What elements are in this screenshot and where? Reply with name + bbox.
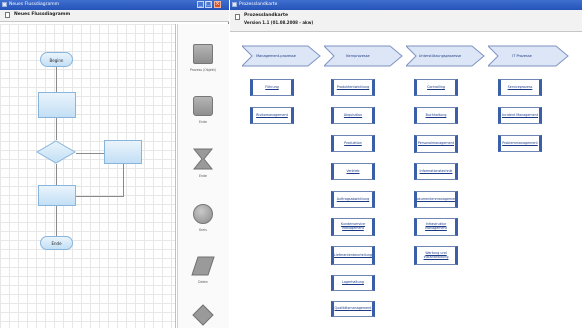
- stencil-label: Prozess (Objekt): [190, 68, 216, 72]
- column-header-it-prozesse: IT Prozesse: [512, 54, 532, 58]
- document-icon: [235, 14, 240, 20]
- left-window-subtitle: Neues Flussdiagramm: [14, 12, 71, 17]
- column-header-kernprozesse: Kernprozesse: [346, 54, 370, 58]
- process-box[interactable]: Lagerhaltung: [331, 275, 375, 291]
- hourglass-icon[interactable]: [192, 148, 214, 170]
- process-box[interactable]: Lieferantenbeurteilung: [331, 246, 375, 265]
- process-box[interactable]: Personalmanagement: [414, 135, 458, 153]
- stencil-label: Ende: [198, 120, 208, 124]
- app-icon: [2, 2, 7, 7]
- stencil-label: Ende: [198, 174, 208, 178]
- minimize-icon[interactable]: _: [197, 1, 204, 8]
- version-text: Version 1.1 (01.08.2008 - akw): [244, 20, 314, 25]
- process-box[interactable]: Akquisition: [331, 107, 375, 124]
- flow-process-step-side[interactable]: [104, 140, 142, 164]
- process-square-icon[interactable]: [193, 44, 213, 64]
- connector-line: [56, 164, 57, 185]
- left-window-titlebar[interactable]: Neues Flussdiagramm _ □ ×: [0, 0, 229, 10]
- right-window: Prozesslandkarte Prozesslandkarte Versio…: [230, 0, 582, 328]
- process-box[interactable]: Vertrieb: [331, 163, 375, 180]
- right-window-header: Prozesslandkarte Version 1.1 (01.08.2008…: [230, 10, 582, 32]
- process-box[interactable]: Problemmanagement: [498, 135, 542, 152]
- connector-line: [75, 196, 124, 197]
- process-box[interactable]: Dokumentenmanagement: [414, 191, 458, 208]
- process-box[interactable]: Produktentwicklung: [331, 79, 375, 96]
- flow-process-step[interactable]: [38, 92, 76, 118]
- process-map-canvas[interactable]: Management-prozesse Kernprozesse Unterst…: [230, 33, 582, 328]
- circle-icon[interactable]: [193, 204, 213, 224]
- process-box[interactable]: Führung: [250, 79, 294, 96]
- left-window: Neues Flussdiagramm _ □ × Neues Flussdia…: [0, 0, 229, 328]
- connector-line: [56, 206, 57, 236]
- document-icon: [5, 12, 10, 18]
- flow-process-step-lower[interactable]: [38, 185, 76, 206]
- app-icon: [232, 2, 237, 7]
- process-box[interactable]: Informationstechnik: [414, 163, 458, 180]
- connector-line: [56, 118, 57, 140]
- connector-line: [56, 67, 57, 92]
- stencil-label: Kreis: [199, 228, 207, 232]
- process-box[interactable]: Kundenservice Management: [331, 218, 375, 236]
- shapes-stencil-panel: Prozess (Objekt) Ende Ende Kreis Daten: [177, 24, 229, 328]
- parallelogram-icon[interactable]: [191, 256, 215, 276]
- process-box[interactable]: Risikomanagement: [250, 107, 294, 124]
- flow-end-label: Ende: [51, 241, 62, 246]
- diamond-icon[interactable]: [192, 304, 214, 326]
- terminator-square-icon[interactable]: [193, 96, 213, 116]
- process-box[interactable]: Incident Management: [498, 107, 542, 124]
- close-icon[interactable]: ×: [214, 1, 221, 8]
- flow-begin-label: Beginn: [49, 58, 64, 63]
- connector-line: [76, 153, 106, 154]
- connector-line: [123, 164, 124, 196]
- maximize-icon[interactable]: □: [205, 1, 212, 8]
- drawing-canvas[interactable]: Beginn Ende: [0, 24, 176, 328]
- left-window-title: Neues Flussdiagramm: [9, 2, 60, 7]
- process-box[interactable]: Produktion: [331, 135, 375, 152]
- left-window-header: Neues Flussdiagramm: [0, 10, 229, 22]
- flow-decision-diamond[interactable]: [36, 140, 76, 164]
- stencil-label: Daten: [198, 280, 208, 284]
- process-box[interactable]: Buchhaltung: [414, 107, 458, 124]
- process-box[interactable]: Auftragsabwicklung: [331, 191, 375, 208]
- process-box[interactable]: Wartung und Instandhaltung: [414, 246, 458, 265]
- flow-end-terminator[interactable]: Ende: [40, 236, 73, 250]
- right-window-title: Prozesslandkarte: [239, 2, 278, 7]
- right-window-subtitle: Prozesslandkarte: [244, 13, 289, 18]
- column-header-management: Management-prozesse: [256, 54, 296, 58]
- process-box[interactable]: Serviceprozess: [498, 79, 542, 96]
- column-header-unterstuetzung: Unterstützungsprozesse: [418, 54, 462, 58]
- process-box[interactable]: Infrastruktur Management: [414, 218, 458, 236]
- process-box[interactable]: Qualitätsmanagement: [331, 301, 375, 317]
- right-window-titlebar[interactable]: Prozesslandkarte: [230, 0, 582, 10]
- process-box[interactable]: Controlling: [414, 79, 458, 96]
- flow-begin-terminator[interactable]: Beginn: [40, 52, 73, 67]
